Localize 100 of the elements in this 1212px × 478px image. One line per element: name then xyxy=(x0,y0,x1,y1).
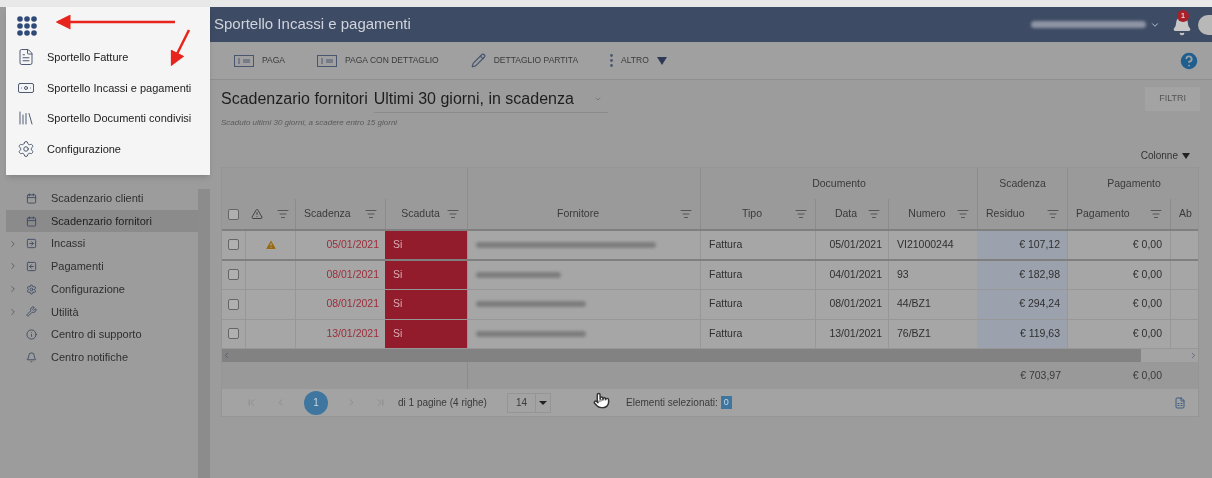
view-select[interactable]: Ultimi 30 giorni, in scadenza xyxy=(373,85,608,113)
help-icon[interactable] xyxy=(1178,49,1200,72)
sidebar-item[interactable]: Utilità xyxy=(6,300,198,324)
triangle-icon xyxy=(656,56,667,65)
chevron-icon[interactable] xyxy=(8,284,18,295)
columns-button[interactable]: Colonne xyxy=(1140,148,1190,163)
warning-icon xyxy=(251,208,263,220)
table-cell-text: VI21000244 xyxy=(897,236,954,252)
filter-icon[interactable] xyxy=(957,208,969,220)
scroll-right-icon[interactable] xyxy=(1189,351,1198,360)
horizontal-scrollbar[interactable] xyxy=(222,349,1198,362)
column-group-header: Scadenza xyxy=(999,175,1046,191)
checkbox[interactable] xyxy=(228,208,239,220)
kebab-icon xyxy=(610,54,614,67)
calendar-icon xyxy=(26,215,37,227)
sidebar-item[interactable]: Centro notifiche xyxy=(6,345,198,369)
toolbar-button[interactable]: ALTRO xyxy=(610,54,667,67)
column-header[interactable]: Scaduta xyxy=(394,206,447,222)
bell-icon xyxy=(26,351,37,363)
page-title: Scadenzario fornitori xyxy=(221,89,368,109)
page-info: di 1 pagine (4 righe) xyxy=(398,396,487,410)
table-cell-text: € 0,00 xyxy=(1132,266,1162,282)
filter-icon[interactable] xyxy=(1150,208,1162,220)
arrow-out-icon xyxy=(26,260,37,272)
column-header[interactable]: Data xyxy=(824,206,868,222)
toolbar-button[interactable]: DETTAGLIO PARTITA xyxy=(470,53,579,68)
notification-badge: 1 xyxy=(1177,9,1189,22)
money-icon xyxy=(234,54,254,67)
app-menu-item[interactable]: Sportello Incassi e pagamenti xyxy=(17,72,210,103)
column-group-header: Documento xyxy=(812,175,866,191)
column-header[interactable]: Residuo xyxy=(986,206,1025,222)
column-group-header: Pagamento xyxy=(1107,175,1161,191)
overdue-cell: Si xyxy=(385,260,467,289)
filter-icon[interactable] xyxy=(447,208,459,220)
arrow-in-icon xyxy=(26,238,37,250)
column-header[interactable]: Ab xyxy=(1179,206,1192,222)
app-title: Sportello Incassi e pagamenti xyxy=(214,14,411,35)
filter-icon[interactable] xyxy=(277,208,289,220)
page-size-select[interactable]: 14 xyxy=(506,392,552,413)
chevron-icon[interactable] xyxy=(8,306,18,317)
table-cell-text: € 0,00 xyxy=(1132,296,1162,312)
checkbox[interactable] xyxy=(228,328,239,340)
page-button[interactable]: 1 xyxy=(304,390,328,415)
table-cell-text: 05/01/2021 xyxy=(829,236,882,252)
sidebar-item[interactable]: Pagamenti xyxy=(6,255,198,278)
table-cell-text: Fattura xyxy=(709,236,743,252)
checkbox[interactable] xyxy=(228,298,239,310)
calendar-icon xyxy=(26,192,37,204)
checkbox[interactable] xyxy=(228,239,239,251)
app-menu-item[interactable]: Configurazione xyxy=(17,133,210,164)
checkbox[interactable] xyxy=(228,269,239,281)
column-header[interactable]: Pagamento xyxy=(1076,206,1130,222)
chevron-icon[interactable] xyxy=(8,261,18,272)
pencil-icon xyxy=(470,53,486,68)
sidebar-item[interactable]: Scadenzario clienti xyxy=(6,187,198,210)
money-icon xyxy=(317,54,337,67)
app-menu-item[interactable]: Sportello Documenti condivisi xyxy=(17,103,210,134)
sidebar-item[interactable]: Configurazione xyxy=(6,277,198,301)
table-cell-text: 04/01/2021 xyxy=(829,266,882,282)
filter-icon[interactable] xyxy=(795,208,807,220)
table-cell-text: 08/01/2021 xyxy=(326,296,379,312)
avatar[interactable] xyxy=(1198,14,1212,35)
table-cell-text: 13/01/2021 xyxy=(829,325,882,341)
table-cell-text: 05/01/2021 xyxy=(326,236,379,252)
selected-label: Elementi selezionati: xyxy=(626,396,718,410)
table-cell-text: 93 xyxy=(897,266,909,282)
overdue-cell: Si xyxy=(385,319,467,348)
column-header[interactable]: Numero xyxy=(897,206,957,222)
scroll-left-icon[interactable] xyxy=(222,351,231,360)
sidebar-item[interactable]: Scadenzario fornitori xyxy=(6,209,198,233)
toolbar-button[interactable]: PAGA CON DETTAGLIO xyxy=(317,54,439,67)
blurred-user-name[interactable] xyxy=(1031,21,1146,28)
overdue-cell: Si xyxy=(385,290,467,319)
table-cell-text: 08/01/2021 xyxy=(829,296,882,312)
app-grid-icon[interactable] xyxy=(17,16,37,36)
table-cell-text: Fattura xyxy=(709,325,743,341)
table-cell-text: 76/BZ1 xyxy=(897,325,931,341)
sidebar-item[interactable]: Centro di supporto xyxy=(6,323,198,346)
filter-button[interactable]: FILTRI xyxy=(1145,87,1200,111)
table-cell-text: Fattura xyxy=(709,296,743,312)
selected-count-badge: 0 xyxy=(720,395,732,410)
sidebar-item[interactable]: Incassi xyxy=(6,232,198,256)
settings-icon xyxy=(17,139,35,158)
excel-icon[interactable] xyxy=(1174,396,1186,409)
app-menu-item[interactable]: Sportello Fatture xyxy=(17,42,210,73)
wrench-icon xyxy=(26,306,37,318)
document-icon xyxy=(17,48,35,67)
toolbar-button[interactable]: PAGA xyxy=(234,54,285,67)
chevron-icon[interactable] xyxy=(8,238,18,249)
column-header[interactable]: Fornitore xyxy=(476,206,680,222)
column-header[interactable]: Scadenza xyxy=(304,206,351,222)
column-header[interactable]: Tipo xyxy=(709,206,795,222)
table-cell-text: € 0,00 xyxy=(1132,325,1162,341)
info-icon xyxy=(26,328,37,340)
table-cell-text: 13/01/2021 xyxy=(326,325,379,341)
filter-icon[interactable] xyxy=(868,208,880,220)
filter-icon[interactable] xyxy=(680,208,692,220)
table-cell-text: € 0,00 xyxy=(1132,236,1162,252)
filter-icon[interactable] xyxy=(1047,208,1059,220)
filter-icon[interactable] xyxy=(365,208,377,220)
